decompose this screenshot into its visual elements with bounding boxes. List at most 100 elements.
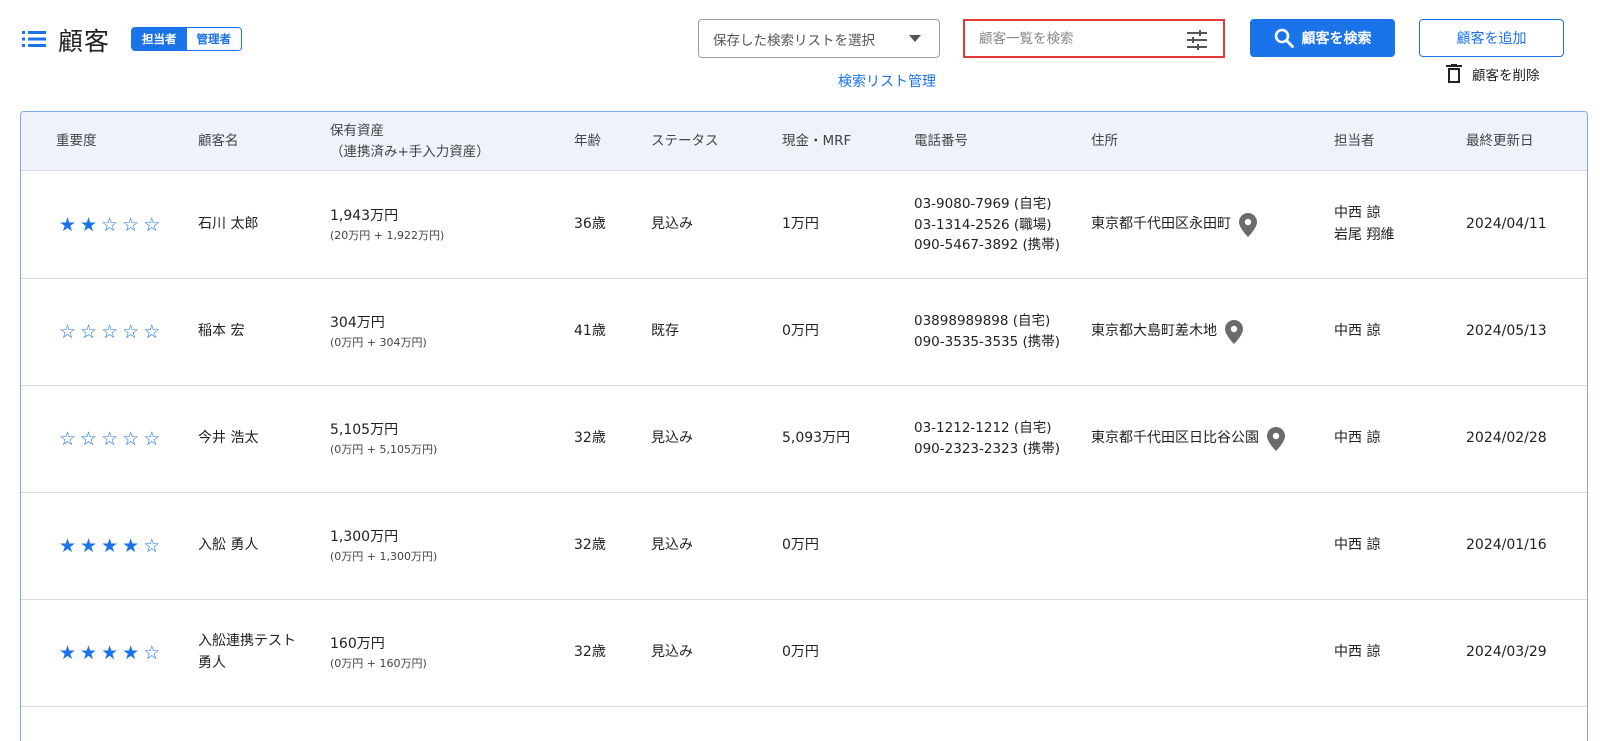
col-age[interactable]: 年齢 <box>574 112 601 171</box>
star-filled-icon[interactable]: ★ <box>122 643 139 663</box>
star-outline-icon[interactable]: ☆ <box>143 322 160 342</box>
customer-table: 重要度 顧客名 保有資産 （連携済み+手入力資産） 年齢 ステータス 現金・MR… <box>20 111 1588 741</box>
customer-name-line1: 今井 浩太 <box>198 430 259 447</box>
col-importance[interactable]: 重要度 <box>56 112 97 171</box>
assets-breakdown: (20万円 + 1,922万円) <box>330 229 445 243</box>
customer-search-input[interactable] <box>979 30 1179 47</box>
customer-name-line1: 入舩連携テスト <box>198 633 296 650</box>
customer-name-line2: 勇人 <box>198 655 226 671</box>
age: 32歳 <box>574 430 606 447</box>
table-header: 重要度 顧客名 保有資産 （連携済み+手入力資産） 年齢 ステータス 現金・MR… <box>21 112 1587 171</box>
delete-customer-button[interactable]: 顧客を削除 <box>1446 62 1540 86</box>
star-filled-icon[interactable]: ★ <box>122 536 139 556</box>
status: 見込み <box>651 216 693 233</box>
trash-icon <box>1446 64 1462 83</box>
table-row[interactable]: ★ ★ ☆ ☆ ☆ 石川 太郎 1,943万円 (20万円 + 1,922万円) 36歳 見込み 1… <box>21 172 1587 279</box>
customer-name[interactable]: 入舩 勇人 <box>198 493 258 599</box>
last-updated: 2024/02/28 <box>1466 430 1547 447</box>
star-filled-icon[interactable]: ★ <box>59 536 76 556</box>
phone-1: 03-9080-7969 (自宅) <box>914 195 1052 212</box>
customer-name[interactable]: 稲本 宏 <box>198 279 244 385</box>
star-outline-icon[interactable]: ☆ <box>59 322 76 342</box>
phone-1: 03-1212-1212 (自宅) <box>914 420 1052 437</box>
assets: 5,105万円 (0万円 + 5,105万円) <box>330 386 437 492</box>
phone-2: 090-2323-2323 (携帯) <box>914 441 1061 457</box>
star-filled-icon[interactable]: ★ <box>80 215 97 235</box>
owner-2: 岩尾 翔維 <box>1334 227 1395 243</box>
owners: 中西 諒 <box>1334 600 1380 706</box>
star-filled-icon[interactable]: ★ <box>101 643 118 663</box>
map-pin-icon[interactable] <box>1267 427 1285 451</box>
add-customer-button[interactable]: 顧客を追加 <box>1419 19 1564 57</box>
col-name[interactable]: 顧客名 <box>198 112 239 171</box>
assets-breakdown: (0万円 + 160万円) <box>330 657 427 671</box>
star-outline-icon[interactable]: ☆ <box>80 429 97 449</box>
col-assets[interactable]: 保有資産 （連携済み+手入力資産） <box>330 112 490 171</box>
star-outline-icon[interactable]: ☆ <box>101 215 118 235</box>
table-row[interactable]: ★ ★ ★ ★ ☆ 入舩 勇人 1,300万円 (0万円 + 1,300万円) 32歳 見込み 0万… <box>21 493 1587 600</box>
map-pin-icon[interactable] <box>1239 213 1257 237</box>
role-tab-tantousha[interactable]: 担当者 <box>132 28 187 50</box>
star-outline-icon[interactable]: ☆ <box>122 429 139 449</box>
col-assets-line1: 保有資産 <box>330 123 384 140</box>
address: 東京都千代田区永田町 <box>1091 172 1257 278</box>
star-outline-icon[interactable]: ☆ <box>101 429 118 449</box>
caret-down-icon <box>909 35 921 42</box>
customer-name[interactable]: 石川 太郎 <box>198 172 258 278</box>
table-row[interactable]: ☆ ☆ ☆ ☆ ☆ 稲本 宏 304万円 (0万円 + 304万円) 41歳 既存 0万円 03898… <box>21 279 1587 386</box>
filter-sliders-icon[interactable] <box>1185 30 1209 50</box>
star-outline-icon[interactable]: ☆ <box>101 322 118 342</box>
col-owner[interactable]: 担当者 <box>1334 112 1375 171</box>
owners: 中西 諒 <box>1334 493 1380 599</box>
customer-name-line1: 稲本 宏 <box>198 323 245 340</box>
col-address[interactable]: 住所 <box>1091 112 1118 171</box>
table-row[interactable]: ★ ★ ★ ★ ☆ 入舩連携テスト 勇人 160万円 (0万円 + 160万円) 32歳 見込み 0万… <box>21 600 1587 707</box>
phone-numbers: 03898989898 (自宅) 090-3535-3535 (携帯) <box>914 279 1060 385</box>
col-cash[interactable]: 現金・MRF <box>782 112 851 171</box>
importance-stars: ★ ★ ★ ★ ☆ <box>59 493 160 599</box>
search-customer-button[interactable]: 顧客を検索 <box>1250 19 1395 57</box>
assets-total: 160万円 <box>330 636 385 653</box>
star-outline-icon[interactable]: ☆ <box>143 536 160 556</box>
col-phone[interactable]: 電話番号 <box>914 112 968 171</box>
phone-3: 090-5467-3892 (携帯) <box>914 237 1061 254</box>
star-filled-icon[interactable]: ★ <box>101 536 118 556</box>
star-outline-icon[interactable]: ☆ <box>59 429 76 449</box>
star-outline-icon[interactable]: ☆ <box>80 322 97 342</box>
star-outline-icon[interactable]: ☆ <box>143 429 160 449</box>
star-filled-icon[interactable]: ★ <box>80 536 97 556</box>
role-tab-kanrisha[interactable]: 管理者 <box>186 28 241 50</box>
menu-icon[interactable] <box>22 30 46 48</box>
assets: 160万円 (0万円 + 160万円) <box>330 600 427 706</box>
col-updated[interactable]: 最終更新日 <box>1466 112 1534 171</box>
star-filled-icon[interactable]: ★ <box>59 643 76 663</box>
customer-name[interactable]: 今井 浩太 <box>198 386 258 492</box>
col-status[interactable]: ステータス <box>651 112 719 171</box>
page-title: 顧客 <box>58 27 111 56</box>
search-button-label: 顧客を検索 <box>1301 31 1372 47</box>
assets-total: 304万円 <box>330 315 385 332</box>
cash-mrf: 5,093万円 <box>782 430 851 447</box>
importance-stars: ★ ★ ★ ★ ☆ <box>59 600 160 706</box>
owner-1: 中西 諒 <box>1334 205 1381 222</box>
star-outline-icon[interactable]: ☆ <box>122 322 139 342</box>
phone-numbers: 03-1212-1212 (自宅) 090-2323-2323 (携帯) <box>914 386 1060 492</box>
customer-search-box <box>963 19 1225 58</box>
customer-name[interactable]: 入舩連携テスト 勇人 <box>198 600 296 706</box>
assets-total: 1,943万円 <box>330 208 399 225</box>
cash-mrf: 1万円 <box>782 216 819 233</box>
importance-stars: ★ ★ ☆ ☆ ☆ <box>59 172 160 278</box>
star-outline-icon[interactable]: ☆ <box>143 215 160 235</box>
map-pin-icon[interactable] <box>1225 320 1243 344</box>
table-row[interactable]: ☆ ☆ ☆ ☆ ☆ 今井 浩太 5,105万円 (0万円 + 5,105万円) 32歳 見込み 5,… <box>21 386 1587 493</box>
owners: 中西 諒 <box>1334 279 1380 385</box>
address-text: 東京都千代田区日比谷公園 <box>1091 430 1259 447</box>
star-filled-icon[interactable]: ★ <box>59 215 76 235</box>
saved-search-select[interactable]: 保存した検索リストを選択 <box>698 19 940 58</box>
star-outline-icon[interactable]: ☆ <box>143 643 160 663</box>
search-list-manage-link[interactable]: 検索リスト管理 <box>838 71 936 91</box>
star-filled-icon[interactable]: ★ <box>80 643 97 663</box>
star-outline-icon[interactable]: ☆ <box>122 215 139 235</box>
age: 36歳 <box>574 216 606 233</box>
phone-numbers: 03-9080-7969 (自宅) 03-1314-2526 (職場) 090-54… <box>914 172 1060 278</box>
